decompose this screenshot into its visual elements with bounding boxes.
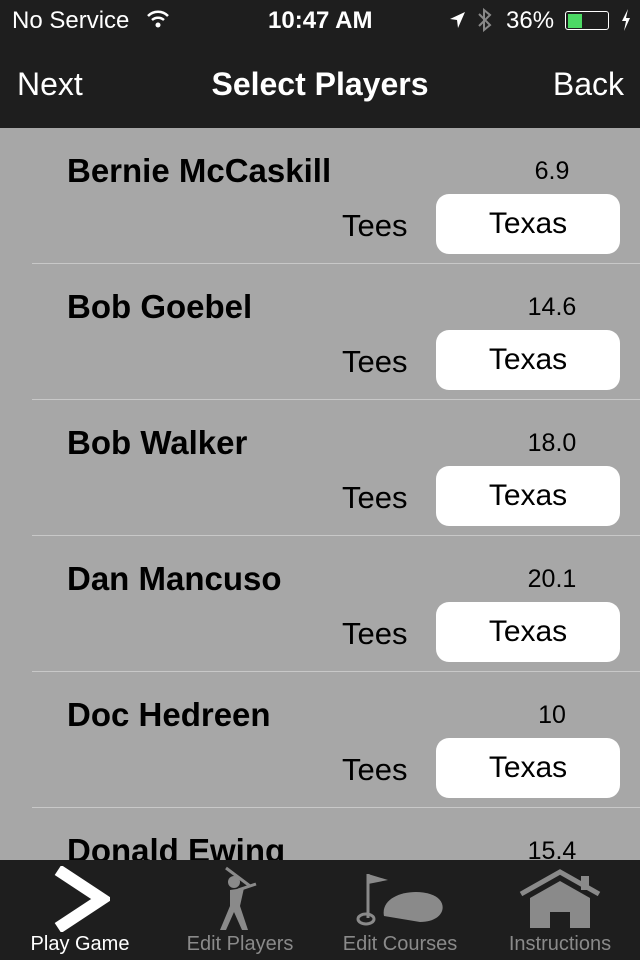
player-name: Bob Walker [67, 424, 248, 461]
player-row[interactable]: Bernie McCaskill 6.9 Tees Texas [32, 128, 640, 264]
player-name: Bob Goebel [67, 288, 253, 325]
chevron-right-icon [54, 866, 110, 932]
tees-select-button[interactable]: Texas [436, 602, 620, 662]
tees-label: Tees [342, 616, 408, 651]
golf-flag-icon [356, 874, 443, 926]
player-handicap: 6.9 [534, 157, 570, 185]
battery-icon [565, 11, 609, 30]
navigation-bar: Next Select Players Back [0, 40, 640, 128]
player-name: Bernie McCaskill [67, 152, 332, 189]
tab-edit-players[interactable]: Edit Players [160, 860, 320, 960]
bluetooth-icon [478, 7, 492, 33]
tab-edit-courses[interactable]: Edit Courses [320, 860, 480, 960]
player-name: Doc Hedreen [67, 696, 271, 733]
tees-select-button[interactable]: Texas [436, 738, 620, 798]
status-bar: No Service 10:47 AM 36% [0, 0, 640, 40]
tees-select-button[interactable]: Texas [436, 330, 620, 390]
player-row[interactable]: Dan Mancuso 20.1 Tees Texas [32, 536, 640, 672]
player-name: Dan Mancuso [67, 560, 282, 597]
clock: 10:47 AM [268, 7, 373, 34]
tees-label: Tees [342, 480, 408, 515]
player-handicap: 15.4 [527, 837, 577, 860]
tab-instructions[interactable]: Instructions [480, 860, 640, 960]
tab-label: Instructions [508, 933, 612, 955]
tees-select-button[interactable]: Texas [436, 194, 620, 254]
carrier: No Service [12, 7, 130, 34]
player-row[interactable]: Bob Walker 18.0 Tees Texas [32, 400, 640, 536]
player-name: Donald Ewing [67, 832, 286, 860]
tees-select-button[interactable]: Texas [436, 466, 620, 526]
golfer-icon [220, 866, 257, 930]
player-row[interactable]: Bob Goebel 14.6 Tees Texas [32, 264, 640, 400]
tab-label: Edit Players [186, 933, 294, 955]
page-title: Select Players [211, 66, 429, 102]
player-handicap: 14.6 [527, 293, 577, 321]
tab-label: Edit Courses [342, 933, 458, 955]
player-row[interactable]: Donald Ewing 15.4 Tees Texas [32, 808, 640, 860]
player-row[interactable]: Doc Hedreen 10 Tees Texas [32, 672, 640, 808]
battery-percent: 36% [506, 7, 555, 34]
next-button[interactable]: Next [17, 66, 83, 103]
player-handicap: 10 [538, 701, 566, 729]
wifi-icon [147, 10, 169, 28]
tees-label: Tees [342, 208, 408, 243]
tab-bar: Play Game Edit Players Edit Courses Inst… [0, 860, 640, 960]
tab-label: Play Game [30, 933, 130, 955]
tab-play-game[interactable]: Play Game [0, 860, 160, 960]
player-handicap: 20.1 [527, 565, 577, 593]
player-list[interactable]: Bernie McCaskill 6.9 Tees Texas Bob Goebe… [0, 128, 640, 860]
player-handicap: 18.0 [527, 429, 577, 457]
back-button[interactable]: Back [553, 66, 624, 103]
location-icon [450, 12, 465, 28]
tees-label: Tees [342, 344, 408, 379]
tees-label: Tees [342, 752, 408, 787]
charging-icon [622, 9, 630, 31]
house-icon [519, 869, 601, 928]
